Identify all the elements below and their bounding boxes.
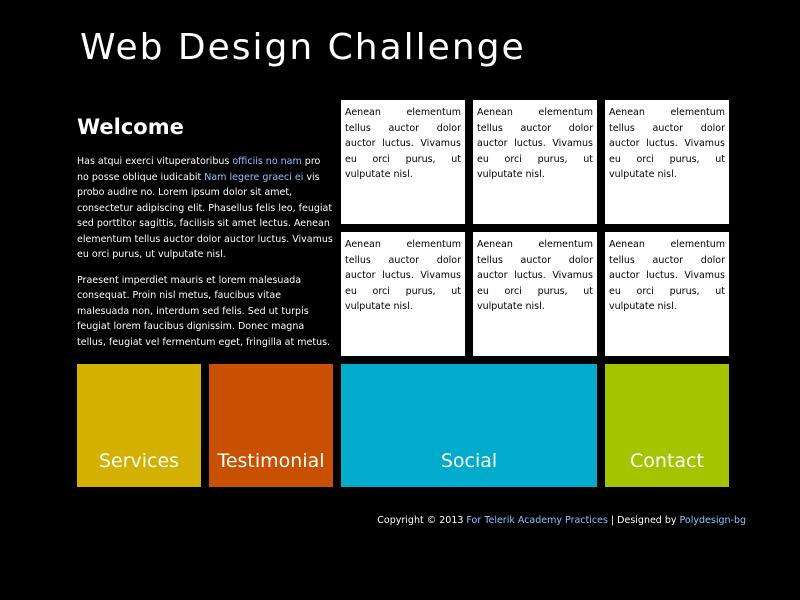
- testimonial-button[interactable]: Testimonial: [209, 364, 333, 487]
- telerik-academy-link[interactable]: For Telerik Academy Practices: [466, 515, 608, 526]
- welcome-heading: Welcome: [77, 115, 184, 139]
- tile-text: Aenean elementum tellus auctor dolor auc…: [609, 239, 725, 312]
- contact-label: Contact: [630, 450, 704, 472]
- welcome-text: vis probo audire no. Lorem ipsum dolor s…: [77, 171, 333, 261]
- nam-legere-link[interactable]: Nam legere graeci ei: [204, 172, 303, 183]
- tile-text: Aenean elementum tellus auctor dolor auc…: [477, 239, 593, 312]
- content-tile-5: Aenean elementum tellus auctor dolor auc…: [473, 232, 597, 356]
- social-label: Social: [440, 450, 498, 472]
- testimonial-label: Testimonial: [217, 450, 325, 472]
- welcome-text: Has atqui exerci vituperatoribus: [77, 156, 233, 167]
- footer-copyright: Copyright © 2013: [377, 515, 467, 526]
- footer-designed-by: | Designed by: [607, 515, 680, 526]
- content-tile-2: Aenean elementum tellus auctor dolor auc…: [473, 100, 597, 224]
- tile-text: Aenean elementum tellus auctor dolor auc…: [477, 107, 593, 180]
- footer: Copyright © 2013 For Telerik Academy Pra…: [377, 514, 746, 528]
- tile-text: Aenean elementum tellus auctor dolor auc…: [345, 239, 461, 312]
- page: Web Design Challenge Welcome Has atqui e…: [0, 0, 800, 600]
- polydesign-link[interactable]: Polydesign-bg: [680, 515, 746, 526]
- content-tile-3: Aenean elementum tellus auctor dolor auc…: [605, 100, 729, 224]
- content-tile-1: Aenean elementum tellus auctor dolor auc…: [341, 100, 465, 224]
- tile-text: Aenean elementum tellus auctor dolor auc…: [345, 107, 461, 180]
- contact-button[interactable]: Contact: [605, 364, 729, 487]
- welcome-section: Welcome Has atqui exerci vituperatoribus…: [77, 114, 335, 360]
- social-button[interactable]: Social: [341, 364, 597, 487]
- services-label: Services: [98, 450, 180, 472]
- services-button[interactable]: Services: [77, 364, 201, 487]
- welcome-paragraph-1: Has atqui exerci vituperatoribus officii…: [77, 154, 335, 263]
- officiis-link[interactable]: officiis no nam: [232, 156, 301, 167]
- welcome-paragraph-2: Praesent imperdiet mauris et lorem males…: [77, 274, 331, 348]
- site-title: Web Design Challenge: [80, 27, 526, 68]
- tile-text: Aenean elementum tellus auctor dolor auc…: [609, 107, 725, 180]
- content-tile-4: Aenean elementum tellus auctor dolor auc…: [341, 232, 465, 356]
- content-tile-6: Aenean elementum tellus auctor dolor auc…: [605, 232, 729, 356]
